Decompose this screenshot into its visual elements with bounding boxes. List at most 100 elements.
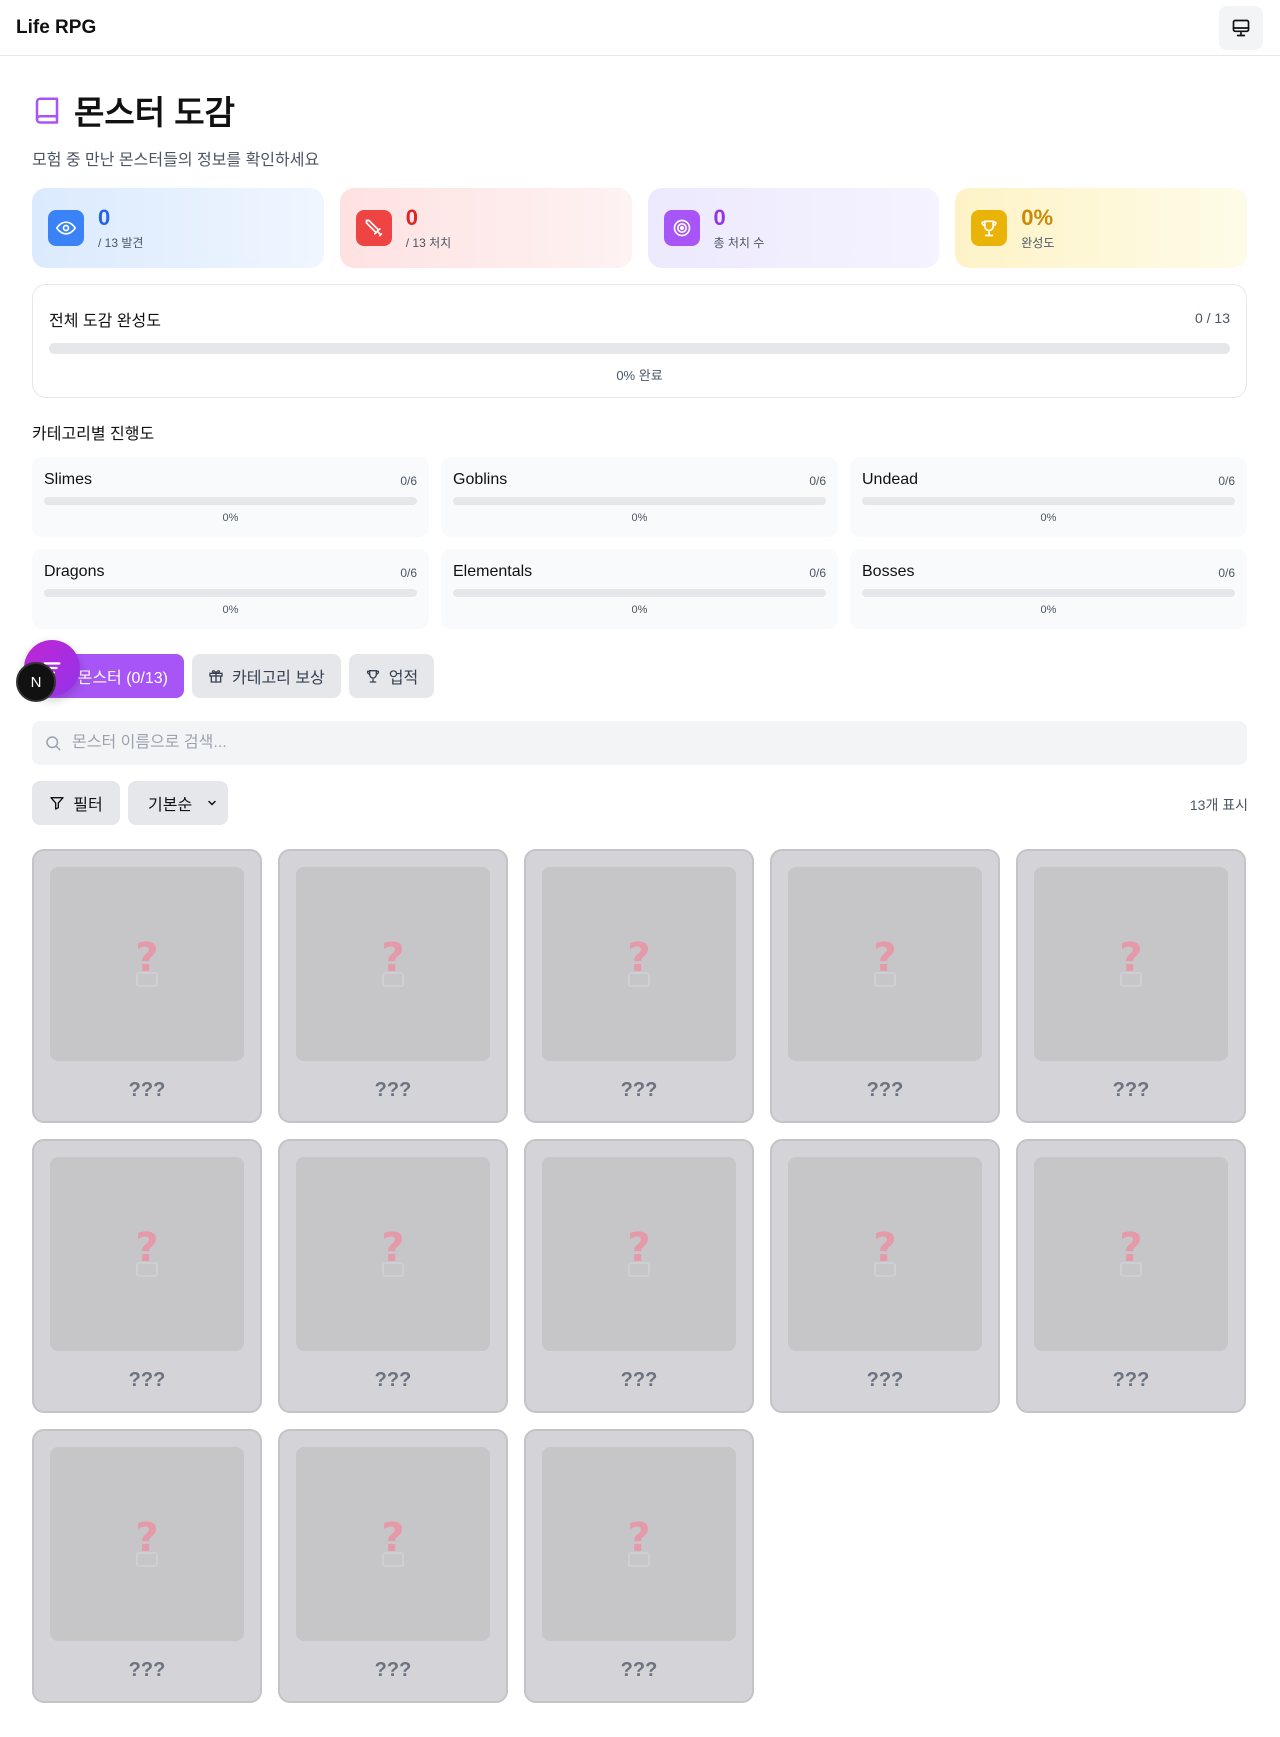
- eye-icon: [48, 210, 84, 246]
- monster-card[interactable]: ????: [278, 1139, 508, 1413]
- category-count: 0/6: [1218, 566, 1235, 580]
- category-progress-grid: Slimes 0/6 0% Goblins 0/6 0% Undead 0/6 …: [32, 457, 1247, 629]
- page-title-text: 몬스터 도감: [74, 94, 235, 131]
- category-name: Dragons: [44, 563, 105, 580]
- filter-button[interactable]: 필터: [32, 781, 120, 825]
- category-percent: 0%: [631, 512, 648, 524]
- page-title: 몬스터 도감: [32, 86, 319, 134]
- category-name: Bosses: [862, 563, 915, 580]
- monster-name: ???: [128, 1079, 166, 1101]
- sort-select[interactable]: 기본순: [128, 781, 228, 825]
- monster-image-placeholder: ?: [50, 1157, 244, 1351]
- monster-card[interactable]: ????: [32, 849, 262, 1123]
- category-name: Elementals: [453, 563, 533, 580]
- sword-icon: [355, 210, 392, 246]
- unknown-monster-icon: ?: [135, 1227, 159, 1277]
- monster-image-placeholder: ?: [296, 1157, 490, 1351]
- page-header: 몬스터 도감 모험 중 만난 몬스터들의 정보를 확인하세요: [32, 86, 319, 170]
- trophy-icon: [971, 210, 1008, 246]
- monster-image-placeholder: ?: [50, 867, 244, 1061]
- category-percent: 0%: [222, 604, 239, 616]
- stat-value: 0: [98, 204, 111, 230]
- tab-category-rewards[interactable]: 카테고리 보상: [192, 654, 341, 698]
- category-count: 0/6: [809, 566, 826, 580]
- monster-card[interactable]: ????: [1016, 1139, 1246, 1413]
- monster-card[interactable]: ????: [278, 849, 508, 1123]
- category-progress-bar: [44, 589, 417, 597]
- category-count: 0/6: [809, 474, 826, 488]
- monster-image-placeholder: ?: [296, 1447, 490, 1641]
- monster-card[interactable]: ????: [770, 1139, 1000, 1413]
- monster-card[interactable]: ????: [770, 849, 1000, 1123]
- stat-card-defeated: 0 / 13 처치: [339, 188, 632, 268]
- gift-icon: [209, 670, 223, 683]
- result-count: 13개 표시: [1189, 797, 1248, 813]
- svg-text:?: ?: [627, 937, 650, 981]
- category-progress-heading: 카테고리별 진행도: [32, 426, 155, 443]
- unknown-monster-icon: ?: [381, 1227, 405, 1277]
- unknown-monster-icon: ?: [381, 1517, 405, 1567]
- category-progress-bar: [862, 589, 1235, 597]
- category-progress-bar: [453, 497, 826, 505]
- stat-card-total-kills: 0 총 처치 수: [647, 188, 940, 268]
- monster-name: ???: [374, 1079, 412, 1101]
- monster-name: ???: [866, 1079, 904, 1101]
- monster-image-placeholder: ?: [50, 1447, 244, 1641]
- category-card: Goblins 0/6 0%: [441, 457, 838, 537]
- monster-name: ???: [374, 1659, 412, 1681]
- overall-progress-count: 0 / 13: [1194, 310, 1230, 326]
- unknown-monster-icon: ?: [1119, 1227, 1143, 1277]
- category-progress-bar: [453, 589, 826, 597]
- stat-label: / 13 발견: [98, 235, 144, 250]
- monster-image-placeholder: ?: [788, 867, 982, 1061]
- monster-image-placeholder: ?: [542, 1447, 736, 1641]
- unknown-monster-icon: ?: [135, 1517, 159, 1567]
- monster-card[interactable]: ????: [32, 1429, 262, 1703]
- sort-selected-value: 기본순: [148, 797, 193, 814]
- monster-grid: ????????????????????????????????????????…: [32, 849, 1247, 1703]
- category-count: 0/6: [400, 474, 417, 488]
- dev-tools-badge[interactable]: N: [16, 662, 56, 702]
- monster-image-placeholder: ?: [1034, 1157, 1228, 1351]
- chevron-down-icon: [208, 800, 216, 806]
- tab-achievements[interactable]: 업적: [348, 654, 435, 698]
- category-name: Slimes: [44, 471, 93, 488]
- stat-label: / 13 처치: [405, 235, 452, 250]
- search-input[interactable]: [72, 734, 1172, 752]
- overall-progress-card: 전체 도감 완성도 0 / 13 0% 완료: [32, 284, 1247, 398]
- search-icon: [46, 736, 61, 751]
- target-icon: [663, 210, 700, 246]
- monster-image-placeholder: ?: [542, 867, 736, 1061]
- svg-text:?: ?: [135, 937, 158, 981]
- monster-card[interactable]: ????: [278, 1429, 508, 1703]
- monster-card[interactable]: ????: [524, 849, 754, 1123]
- monitor-icon: [1232, 19, 1250, 37]
- svg-text:?: ?: [1119, 937, 1142, 981]
- svg-text:?: ?: [873, 1227, 896, 1271]
- monster-card[interactable]: ????: [32, 1139, 262, 1413]
- unknown-monster-icon: ?: [1119, 937, 1143, 987]
- stat-label: 완성도: [1021, 235, 1055, 250]
- svg-text:?: ?: [1119, 1227, 1142, 1271]
- display-mode-button[interactable]: [1219, 6, 1263, 50]
- tab-bar: 몬스터 (0/13) 카테고리 보상 업적: [32, 654, 435, 698]
- category-name: Undead: [862, 471, 919, 488]
- tab-monsters-label: 몬스터 (0/13): [77, 670, 168, 687]
- monster-name: ???: [866, 1369, 904, 1391]
- overall-progress-title: 전체 도감 완성도: [49, 313, 161, 330]
- page-subtitle: 모험 중 만난 몬스터들의 정보를 확인하세요: [32, 152, 320, 169]
- unknown-monster-icon: ?: [627, 1227, 651, 1277]
- stat-value: 0: [713, 204, 726, 230]
- svg-text:?: ?: [381, 937, 404, 981]
- svg-text:?: ?: [627, 1517, 650, 1561]
- category-progress-bar: [862, 497, 1235, 505]
- monster-card[interactable]: ????: [524, 1139, 754, 1413]
- app-title[interactable]: Life RPG: [16, 17, 96, 39]
- monster-card[interactable]: ????: [524, 1429, 754, 1703]
- stat-card-discovered: 0 / 13 발견: [32, 188, 324, 268]
- svg-text:?: ?: [135, 1227, 158, 1271]
- monster-card[interactable]: ????: [1016, 849, 1246, 1123]
- svg-text:?: ?: [381, 1517, 404, 1561]
- svg-text:?: ?: [381, 1227, 404, 1271]
- stat-card-completion: 0% 완성도: [955, 188, 1247, 268]
